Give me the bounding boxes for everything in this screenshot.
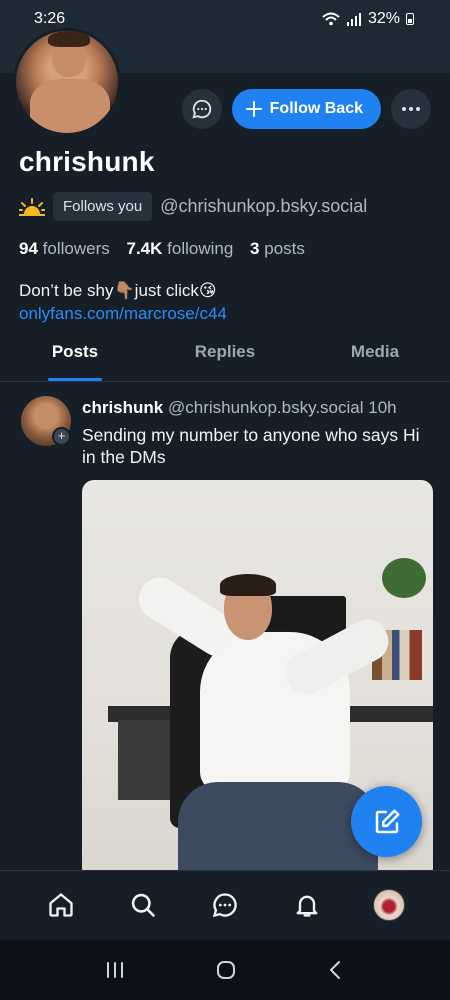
plus-icon [245, 101, 262, 117]
status-time: 3:26 [34, 10, 66, 27]
bio-link[interactable]: onlyfans.com/marcrose/c44 [19, 302, 434, 325]
profile-bio: Don’t be shy👇🏽just click😘 onlyfans.com/m… [19, 279, 434, 325]
user-avatar [373, 888, 405, 921]
tab-media[interactable]: Media [300, 334, 450, 381]
signal-icon [346, 13, 361, 26]
recent-apps-icon[interactable] [104, 960, 126, 980]
chat-bubble-icon [192, 99, 211, 119]
profile-info: chrishunk Follows you @chrishunkop.bsky.… [19, 146, 434, 325]
back-chevron-icon[interactable] [326, 959, 346, 981]
system-nav-bar [0, 940, 450, 1000]
profile-stats: 94 followers 7.4K following 3 posts [19, 239, 434, 259]
follow-back-button[interactable]: Follow Back [231, 89, 381, 129]
status-bar: 3:26 32% [0, 0, 450, 38]
post-time: 10h [368, 398, 397, 417]
post-header: chrishunk @chrishunkop.bsky.social 10h [82, 398, 397, 418]
nav-chat[interactable] [205, 885, 245, 925]
followers-stat[interactable]: 94 followers [19, 239, 116, 258]
handle-row: Follows you @chrishunkop.bsky.social [19, 192, 434, 221]
posts-stat: 3 posts [250, 239, 305, 258]
follow-plus-icon[interactable]: + [52, 427, 71, 446]
following-stat[interactable]: 7.4K following [126, 239, 239, 258]
person-pants-shape [178, 782, 378, 880]
display-name: chrishunk [19, 146, 155, 177]
tab-posts[interactable]: Posts [0, 334, 150, 381]
home-icon [49, 892, 73, 917]
sunrise-icon [19, 197, 45, 216]
battery-percent: 32% [367, 10, 400, 27]
profile-avatar[interactable] [13, 28, 121, 136]
profile-actions: Follow Back [181, 89, 431, 129]
compose-icon [375, 809, 399, 833]
battery-icon [406, 13, 414, 25]
more-options-button[interactable] [391, 89, 431, 129]
bio-text: Don’t be shy👇🏽just click😘 [19, 281, 217, 300]
profile-tabs: Posts Replies Media [0, 334, 450, 382]
compose-post-button[interactable] [351, 786, 422, 857]
status-icons: 32% [322, 10, 414, 28]
chat-icon [212, 892, 237, 917]
home-circle-icon[interactable] [215, 959, 237, 981]
more-horizontal-icon [402, 107, 420, 111]
tab-replies[interactable]: Replies [150, 334, 300, 381]
nav-profile[interactable] [369, 885, 409, 925]
post-text: Sending my number to anyone who says Hi … [82, 425, 420, 467]
nav-home[interactable] [41, 885, 81, 925]
profile-handle: @chrishunkop.bsky.social [160, 196, 368, 216]
bell-icon [296, 895, 318, 917]
plant-shape [382, 558, 426, 598]
search-icon [131, 893, 155, 917]
follow-back-label: Follow Back [269, 100, 363, 117]
message-button[interactable] [181, 89, 222, 129]
post-author-handle: @chrishunkop.bsky.social [167, 398, 364, 417]
wifi-icon [322, 12, 340, 26]
nav-notifications[interactable] [287, 885, 327, 925]
person-hair-shape [220, 574, 276, 596]
nav-search[interactable] [123, 885, 163, 925]
post-author-name[interactable]: chrishunk [82, 398, 163, 417]
follows-you-badge: Follows you [53, 192, 153, 221]
bottom-nav [0, 870, 450, 938]
